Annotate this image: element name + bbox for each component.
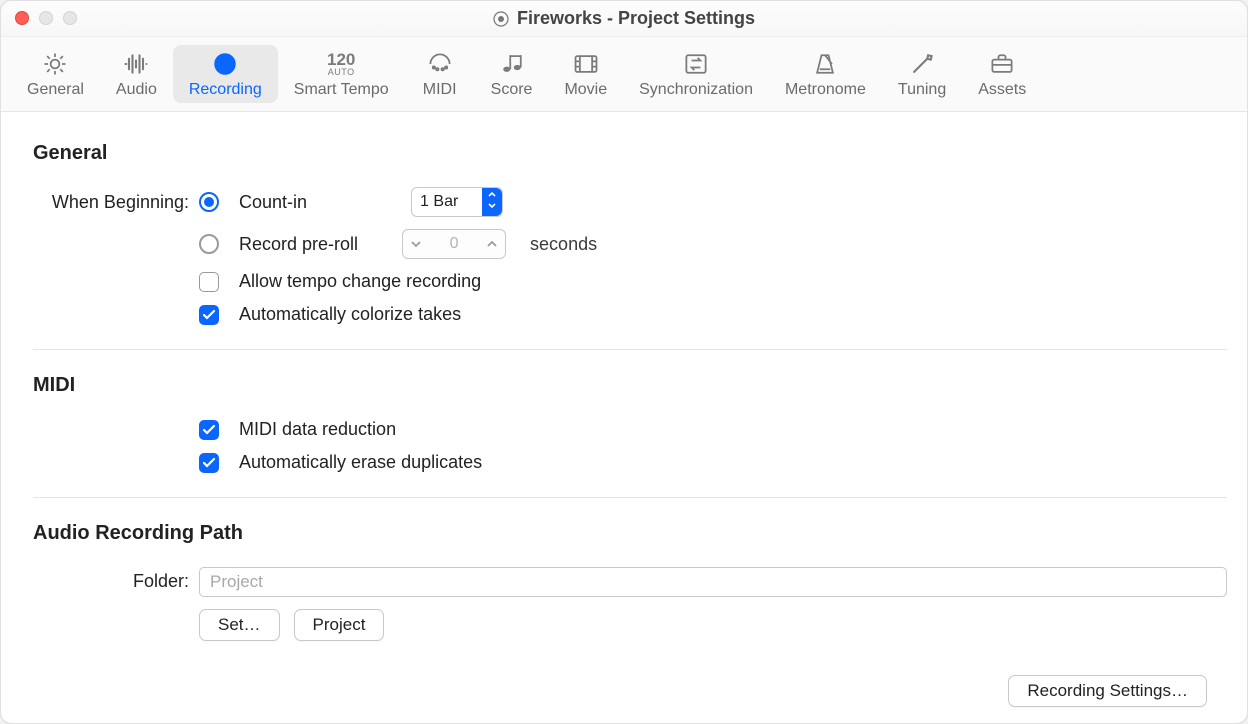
settings-content: General When Beginning: Count-in 1 Bar bbox=[1, 112, 1247, 723]
toolbar-tabs: General Audio Recording 120 AUTO Smart T… bbox=[1, 37, 1247, 112]
tab-label: General bbox=[27, 81, 84, 99]
tab-label: Recording bbox=[189, 81, 262, 99]
colorize-takes-label: Automatically colorize takes bbox=[239, 304, 461, 325]
pre-roll-label: Record pre-roll bbox=[239, 234, 358, 255]
tab-label: MIDI bbox=[423, 81, 457, 99]
allow-tempo-change-label: Allow tempo change recording bbox=[239, 271, 481, 292]
pre-roll-stepper[interactable]: 0 bbox=[402, 229, 506, 259]
set-folder-button[interactable]: Set… bbox=[199, 609, 280, 641]
close-window-button[interactable] bbox=[15, 11, 29, 25]
count-in-radio[interactable] bbox=[199, 192, 219, 212]
chevron-down-icon[interactable] bbox=[409, 238, 423, 250]
count-in-select[interactable]: 1 Bar bbox=[411, 187, 503, 217]
tab-label: Tuning bbox=[898, 81, 946, 99]
section-title-path: Audio Recording Path bbox=[33, 522, 1227, 545]
project-folder-button[interactable]: Project bbox=[294, 609, 385, 641]
chevron-up-icon[interactable] bbox=[485, 238, 499, 250]
minimize-window-button[interactable] bbox=[39, 11, 53, 25]
tab-label: Synchronization bbox=[639, 81, 753, 99]
score-icon bbox=[497, 49, 527, 79]
tab-metronome[interactable]: Metronome bbox=[769, 45, 882, 103]
tab-label: Assets bbox=[978, 81, 1026, 99]
midi-icon bbox=[425, 49, 455, 79]
tab-label: Score bbox=[491, 81, 533, 99]
divider bbox=[33, 349, 1227, 350]
folder-label: Folder: bbox=[33, 567, 199, 597]
folder-path-input[interactable]: Project bbox=[199, 567, 1227, 597]
folder-path-placeholder: Project bbox=[210, 572, 263, 592]
tuning-icon bbox=[907, 49, 937, 79]
count-in-value: 1 Bar bbox=[420, 193, 458, 211]
sync-icon bbox=[681, 49, 711, 79]
movie-icon bbox=[571, 49, 601, 79]
divider bbox=[33, 497, 1227, 498]
tab-midi[interactable]: MIDI bbox=[405, 45, 475, 103]
recording-settings-button[interactable]: Recording Settings… bbox=[1008, 675, 1207, 707]
waveform-icon bbox=[121, 49, 151, 79]
midi-data-reduction-checkbox[interactable] bbox=[199, 420, 219, 440]
briefcase-icon bbox=[987, 49, 1017, 79]
section-title-general: General bbox=[33, 142, 1227, 165]
tab-movie[interactable]: Movie bbox=[548, 45, 623, 103]
app-icon bbox=[493, 11, 509, 27]
midi-data-reduction-label: MIDI data reduction bbox=[239, 419, 396, 440]
project-settings-window: Fireworks - Project Settings General Aud… bbox=[0, 0, 1248, 724]
tab-label: Movie bbox=[564, 81, 607, 99]
erase-duplicates-checkbox[interactable] bbox=[199, 453, 219, 473]
when-beginning-label: When Beginning: bbox=[33, 192, 199, 213]
chevron-updown-icon bbox=[482, 188, 502, 216]
tab-synchronization[interactable]: Synchronization bbox=[623, 45, 769, 103]
tab-tuning[interactable]: Tuning bbox=[882, 45, 962, 103]
gear-icon bbox=[40, 49, 70, 79]
tab-smart-tempo[interactable]: 120 AUTO Smart Tempo bbox=[278, 45, 405, 103]
window-title: Fireworks - Project Settings bbox=[493, 8, 755, 29]
pre-roll-value: 0 bbox=[450, 235, 459, 253]
footer: Recording Settings… bbox=[33, 675, 1227, 723]
metronome-icon bbox=[810, 49, 840, 79]
window-controls bbox=[15, 11, 77, 25]
allow-tempo-change-checkbox[interactable] bbox=[199, 272, 219, 292]
btn-label: Project bbox=[313, 615, 366, 635]
tab-assets[interactable]: Assets bbox=[962, 45, 1042, 103]
colorize-takes-checkbox[interactable] bbox=[199, 305, 219, 325]
titlebar: Fireworks - Project Settings bbox=[1, 1, 1247, 37]
pre-roll-units: seconds bbox=[530, 234, 597, 255]
btn-label: Set… bbox=[218, 615, 261, 635]
erase-duplicates-label: Automatically erase duplicates bbox=[239, 452, 482, 473]
record-icon bbox=[210, 49, 240, 79]
smart-tempo-icon: 120 AUTO bbox=[327, 49, 355, 79]
window-title-text: Fireworks - Project Settings bbox=[517, 8, 755, 29]
tab-label: Metronome bbox=[785, 81, 866, 99]
tab-label: Smart Tempo bbox=[294, 81, 389, 99]
tab-general[interactable]: General bbox=[11, 45, 100, 103]
tab-audio[interactable]: Audio bbox=[100, 45, 173, 103]
tab-label: Audio bbox=[116, 81, 157, 99]
pre-roll-radio[interactable] bbox=[199, 234, 219, 254]
tab-score[interactable]: Score bbox=[475, 45, 549, 103]
count-in-label: Count-in bbox=[239, 192, 307, 213]
tab-recording[interactable]: Recording bbox=[173, 45, 278, 103]
btn-label: Recording Settings… bbox=[1027, 681, 1188, 701]
zoom-window-button[interactable] bbox=[63, 11, 77, 25]
section-title-midi: MIDI bbox=[33, 374, 1227, 397]
